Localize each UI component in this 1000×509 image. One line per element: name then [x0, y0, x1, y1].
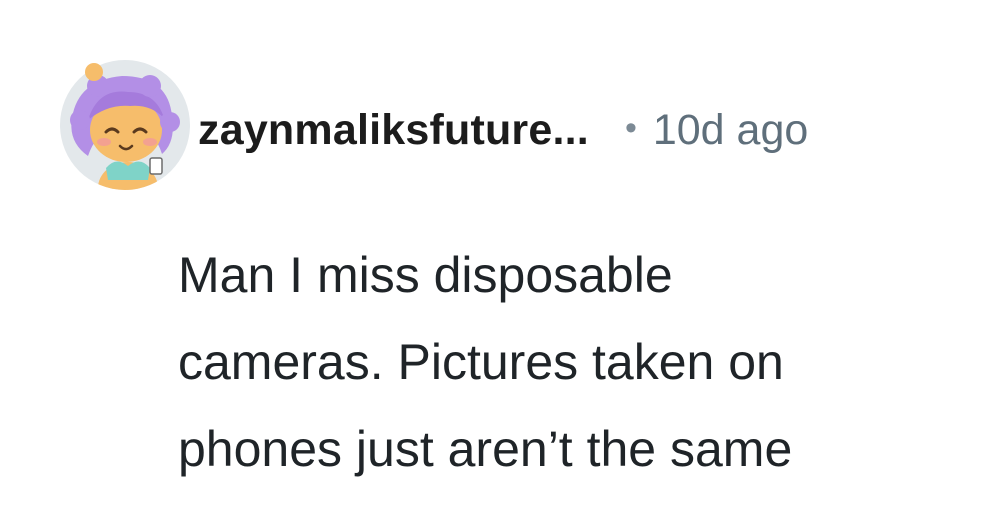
comment-body-line: cameras. Pictures taken on — [178, 334, 784, 390]
username-link[interactable]: zaynmaliksfuture... — [198, 106, 589, 155]
comment-body-line: Man I miss disposable — [178, 247, 673, 303]
timestamp[interactable]: 10d ago — [653, 106, 808, 155]
comment-header: zaynmaliksfuture... • 10d ago — [198, 100, 808, 160]
separator-dot: • — [624, 108, 637, 147]
comment-body-line: phones just aren’t the same — [178, 421, 793, 477]
user-avatar[interactable] — [58, 58, 192, 192]
comment: zaynmaliksfuture... • 10d ago Man I miss… — [0, 0, 1000, 509]
user-avatar-icon — [60, 60, 190, 190]
comment-body: Man I miss disposable cameras. Pictures t… — [178, 232, 978, 493]
